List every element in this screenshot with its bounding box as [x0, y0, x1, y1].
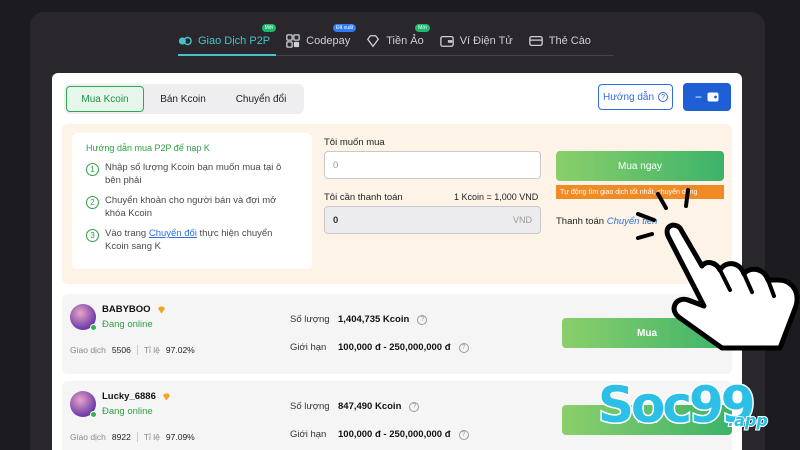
- payment-label: Thanh toán: [556, 216, 605, 227]
- tab-scratch-card[interactable]: Thẻ Cào: [528, 28, 591, 54]
- svg-text:.app: .app: [728, 411, 768, 430]
- step-number: 2: [86, 196, 99, 209]
- active-tab-indicator: [178, 54, 276, 56]
- step-text: Nhập số lượng Kcoin bạn muốn mua tại ô b…: [105, 162, 282, 186]
- pay-amount-field: 0 VND: [324, 206, 541, 234]
- seller-name-text: Lucky_6886: [102, 391, 156, 402]
- tab-codepay-label: Codepay: [306, 35, 351, 47]
- trades-label: Giao dịch: [70, 345, 106, 355]
- guide-step: 1 Nhập số lượng Kcoin bạn muốn mua tại ô…: [86, 161, 298, 187]
- tab-scratch-card-label: Thẻ Cào: [548, 35, 591, 47]
- seller-status: Đang online: [102, 406, 153, 417]
- info-icon[interactable]: ?: [409, 401, 420, 412]
- card-icon: [528, 35, 543, 47]
- transfer-link[interactable]: Chuyển đổi: [149, 228, 197, 239]
- quantity-value: 1,404,735 Kcoin: [338, 314, 410, 325]
- tab-codepay[interactable]: Codepay Đã xuất: [286, 24, 357, 54]
- guide-title: Hướng dẫn mua P2P để nạp K: [86, 143, 210, 153]
- pointing-hand-icon: [636, 188, 800, 351]
- limit-label: Giới hạn: [290, 342, 327, 353]
- new-badge: Mới: [415, 24, 430, 32]
- limit-row: Giới hạn 100,000 đ - 250,000,000 đ ?: [290, 342, 469, 353]
- rate-label: Tỉ lệ: [143, 432, 160, 442]
- avatar: [70, 304, 97, 331]
- avatar: [70, 391, 97, 418]
- limit-value: 100,000 đ - 250,000,000 đ: [338, 429, 451, 440]
- completion-rate: 97.02%: [165, 345, 195, 355]
- limit-row: Giới hạn 100,000 đ - 250,000,000 đ ?: [290, 429, 469, 440]
- diamond-icon: [367, 35, 380, 48]
- pay-unit: VND: [512, 215, 532, 225]
- pay-label: Tôi cần thanh toán: [324, 192, 403, 203]
- nav-underline: [178, 54, 614, 56]
- stats-divider: [136, 345, 138, 355]
- seller-name: BABYBOO: [102, 304, 166, 315]
- step-text: Chuyển khoản cho người bán và đợi mở khó…: [105, 195, 277, 219]
- buy-amount-input[interactable]: 0: [324, 151, 541, 179]
- exported-badge: Đã xuất: [332, 24, 357, 32]
- limit-label: Giới hạn: [290, 429, 327, 440]
- seller-name-text: BABYBOO: [102, 304, 151, 315]
- guide-step: 3 Vào trang Chuyển đổi thực hiện chuyển …: [86, 227, 298, 253]
- tab-p2p-label: Giao Dịch P2P: [198, 35, 271, 47]
- guide-button-label: Hướng dẫn: [602, 91, 655, 103]
- rate-label: Tỉ lệ: [143, 345, 160, 355]
- wallet-icon: [707, 92, 719, 102]
- buy-now-button[interactable]: Mua ngay: [556, 151, 724, 181]
- online-dot: [90, 411, 97, 418]
- trades-count: 5506: [111, 345, 131, 355]
- stats-divider: [136, 432, 138, 442]
- codepay-icon: [286, 34, 300, 48]
- step-text-pre: Vào trang: [105, 228, 149, 239]
- guide-step: 2 Chuyển khoản cho người bán và đợi mở k…: [86, 194, 298, 220]
- tab-crypto-label: Tiền Ảo: [386, 35, 424, 47]
- seller-stats: Giao dịch 5506 Tỉ lệ 97.02%: [70, 345, 195, 355]
- info-icon[interactable]: ?: [458, 342, 469, 353]
- soc99-logo: Soc99 .app: [597, 375, 769, 436]
- pay-amount-value: 0: [333, 214, 339, 226]
- new-badge: Mới: [261, 24, 277, 32]
- help-icon: ?: [658, 92, 669, 102]
- exchange-rate: 1 Kcoin = 1,000 VND: [454, 192, 539, 202]
- transfer-tab[interactable]: Chuyển đổi: [222, 86, 300, 112]
- info-icon[interactable]: ?: [417, 314, 428, 325]
- limit-value: 100,000 đ - 250,000,000 đ: [338, 342, 451, 353]
- seller-name: Lucky_6886: [102, 391, 171, 402]
- wallet-icon: [439, 35, 454, 47]
- info-icon[interactable]: ?: [458, 429, 469, 440]
- mode-selector: Mua Kcoin Bán Kcoin Chuyển đổi: [64, 84, 304, 114]
- p2p-icon: [178, 36, 192, 46]
- minus-icon: −: [694, 90, 702, 104]
- trades-label: Giao dịch: [70, 432, 106, 442]
- step-number: 3: [86, 229, 99, 242]
- quantity-label: Số lượng: [290, 401, 330, 412]
- guide-button[interactable]: Hướng dẫn ?: [598, 84, 673, 110]
- tab-ewallet[interactable]: Ví Điện Tử: [439, 28, 513, 54]
- quantity-value: 847,490 Kcoin: [338, 401, 402, 412]
- buy-kcoin-tab[interactable]: Mua Kcoin: [66, 86, 144, 112]
- trades-count: 8922: [111, 432, 131, 442]
- completion-rate: 97.09%: [165, 432, 195, 442]
- quantity-row: Số lượng 847,490 Kcoin ?: [290, 401, 420, 412]
- step-number: 1: [86, 163, 99, 176]
- step-text: Vào trang Chuyển đổi thực hiện chuyển Kc…: [105, 227, 298, 253]
- guide-card: Hướng dẫn mua P2P để nạp K 1 Nhập số lượ…: [72, 133, 312, 269]
- vip-diamond-icon: [157, 305, 165, 314]
- tab-ewallet-label: Ví Điện Tử: [459, 35, 513, 47]
- quantity-row: Số lượng 1,404,735 Kcoin ?: [290, 314, 428, 325]
- buy-amount-placeholder: 0: [333, 159, 339, 171]
- seller-status: Đang online: [102, 319, 153, 330]
- tab-p2p[interactable]: Giao Dịch P2P Mới: [178, 24, 277, 54]
- tab-crypto[interactable]: Tiền Ảo Mới: [366, 24, 430, 54]
- vip-diamond-icon: [162, 392, 170, 401]
- wallet-button[interactable]: −: [683, 83, 731, 111]
- quantity-label: Số lượng: [290, 314, 330, 325]
- online-dot: [90, 324, 97, 331]
- seller-stats: Giao dịch 8922 Tỉ lệ 97.09%: [70, 432, 195, 442]
- want-buy-label: Tôi muốn mua: [324, 137, 385, 148]
- sell-kcoin-tab[interactable]: Bán Kcoin: [144, 86, 222, 112]
- top-nav: Giao Dịch P2P Mới Codepay Đã xuất Tiền Ả…: [178, 24, 591, 54]
